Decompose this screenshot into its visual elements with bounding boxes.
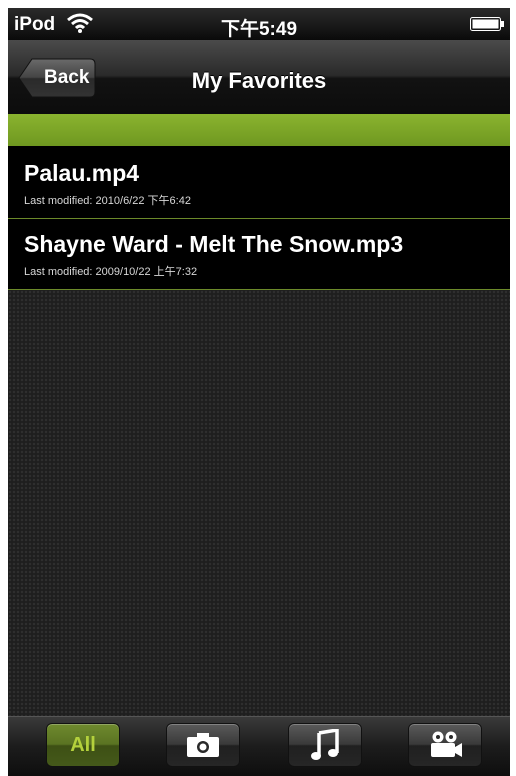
camera-icon bbox=[187, 733, 219, 757]
section-header-bar bbox=[8, 114, 510, 146]
file-name: Shayne Ward - Melt The Snow.mp3 bbox=[24, 231, 404, 257]
empty-list-background bbox=[8, 290, 510, 716]
tab-videos[interactable] bbox=[408, 723, 482, 767]
navigation-bar: Back My Favorites bbox=[8, 40, 510, 115]
app-screen: iPod 下午5:49 Back My Favorites Palau.mp4 … bbox=[8, 8, 510, 776]
file-modified-date: Last modified: 2010/6/22 下午6:42 bbox=[24, 195, 191, 207]
tab-photos[interactable] bbox=[166, 723, 240, 767]
back-button-label: Back bbox=[44, 67, 90, 88]
tab-all[interactable]: All bbox=[46, 723, 120, 767]
status-bar: iPod 下午5:49 bbox=[8, 8, 510, 40]
status-time: 下午5:49 bbox=[220, 19, 298, 40]
list-item[interactable]: Palau.mp4 Last modified: 2010/6/22 下午6:4… bbox=[8, 148, 510, 219]
file-modified-date: Last modified: 2009/10/22 上午7:32 bbox=[24, 266, 198, 278]
favorites-list: Palau.mp4 Last modified: 2010/6/22 下午6:4… bbox=[8, 148, 510, 290]
video-camera-icon bbox=[431, 731, 462, 757]
tab-music[interactable] bbox=[288, 723, 362, 767]
music-note-icon bbox=[311, 729, 339, 760]
battery-icon bbox=[470, 17, 504, 31]
tab-all-label: All bbox=[70, 733, 96, 756]
tab-bar: All bbox=[8, 716, 510, 776]
list-item[interactable]: Shayne Ward - Melt The Snow.mp3 Last mod… bbox=[8, 219, 510, 290]
file-name: Palau.mp4 bbox=[24, 160, 140, 186]
